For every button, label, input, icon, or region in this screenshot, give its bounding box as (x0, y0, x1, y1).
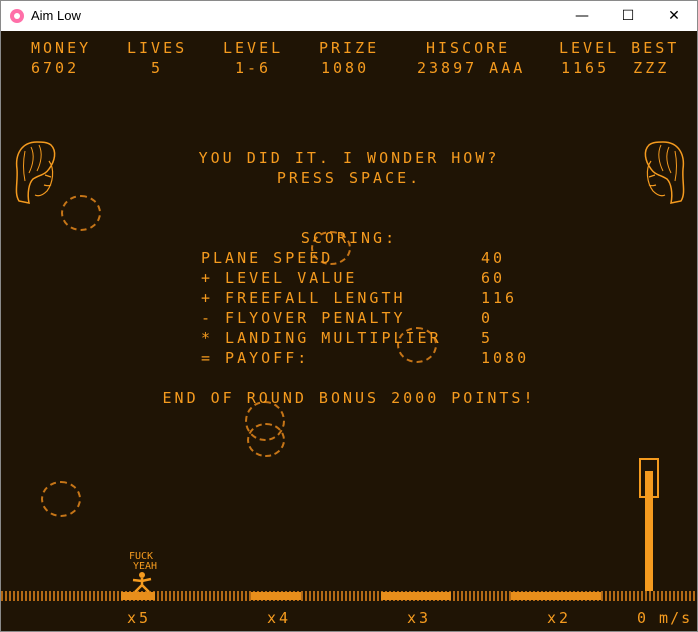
maximize-button[interactable]: ☐ (605, 1, 651, 31)
app-heart-icon (10, 9, 24, 23)
hud-lives-value: 5 (151, 59, 164, 77)
score-label-flyover-penalty: - FLYOVER PENALTY (201, 309, 406, 327)
landing-pad-x5 (121, 592, 155, 600)
tower-antenna-icon (639, 458, 659, 498)
bonus-message: END OF ROUND BONUS 2000 POINTS! (162, 389, 536, 407)
hud-hiscore-value: 23897 AAA (417, 59, 526, 77)
hud-prize-label: PRIZE (319, 39, 380, 57)
hud-money-label: MONEY (31, 39, 92, 57)
score-value-flyover-penalty: 0 (481, 309, 494, 327)
score-label-freefall-length: + FREEFALL LENGTH (201, 289, 406, 307)
window-title: Aim Low (31, 8, 81, 23)
game-window: Aim Low — ☐ ✕ MONEY 6702 LIVES 5 LEVEL 1… (0, 0, 698, 632)
cloud-scribble (61, 195, 101, 231)
hud-level-best-value: 1165 ZZZ (561, 59, 670, 77)
score-value-payoff: 1080 (481, 349, 530, 367)
score-label-plane-speed: PLANE SPEED (201, 249, 334, 267)
score-value-landing-multiplier: 5 (481, 329, 494, 347)
score-label-payoff: = PAYOFF: (201, 349, 310, 367)
multiplier-x3: x3 (407, 609, 432, 627)
landing-pad-x4 (251, 592, 301, 600)
hud-lives-label: LIVES (127, 39, 188, 57)
game-canvas[interactable]: MONEY 6702 LIVES 5 LEVEL 1-6 PRIZE 1080 … (1, 31, 697, 631)
hud-hiscore-label: HISCORE (426, 39, 511, 57)
multiplier-x2: x2 (547, 609, 572, 627)
landing-pad-x3 (381, 592, 451, 600)
minimize-button[interactable]: — (559, 1, 605, 31)
cloud-scribble (247, 423, 285, 457)
hud-prize-value: 1080 (321, 59, 370, 77)
score-label-level-value: + LEVEL VALUE (201, 269, 358, 287)
multiplier-x5: x5 (127, 609, 152, 627)
score-value-plane-speed: 40 (481, 249, 506, 267)
speed-readout: 0 m/s (637, 609, 693, 627)
hud-level-best-label: LEVEL BEST (559, 39, 680, 57)
scoring-title: SCORING: (300, 229, 398, 247)
hud-money-value: 6702 (31, 59, 80, 77)
win-message: YOU DID IT. I WONDER HOW? (198, 149, 500, 167)
cloud-scribble (41, 481, 81, 517)
hud-level-label: LEVEL (223, 39, 284, 57)
close-button[interactable]: ✕ (651, 1, 697, 31)
score-value-level-value: 60 (481, 269, 506, 287)
parachutist-player-icon (132, 572, 152, 593)
press-space-prompt: PRESS SPACE. (276, 169, 422, 187)
score-value-freefall-length: 116 (481, 289, 518, 307)
multiplier-x4: x4 (267, 609, 292, 627)
score-label-landing-multiplier: * LANDING MULTIPLIER (201, 329, 442, 347)
hud-level-value: 1-6 (235, 59, 272, 77)
landing-pad-x2 (511, 592, 601, 600)
title-bar[interactable]: Aim Low — ☐ ✕ (1, 1, 697, 31)
